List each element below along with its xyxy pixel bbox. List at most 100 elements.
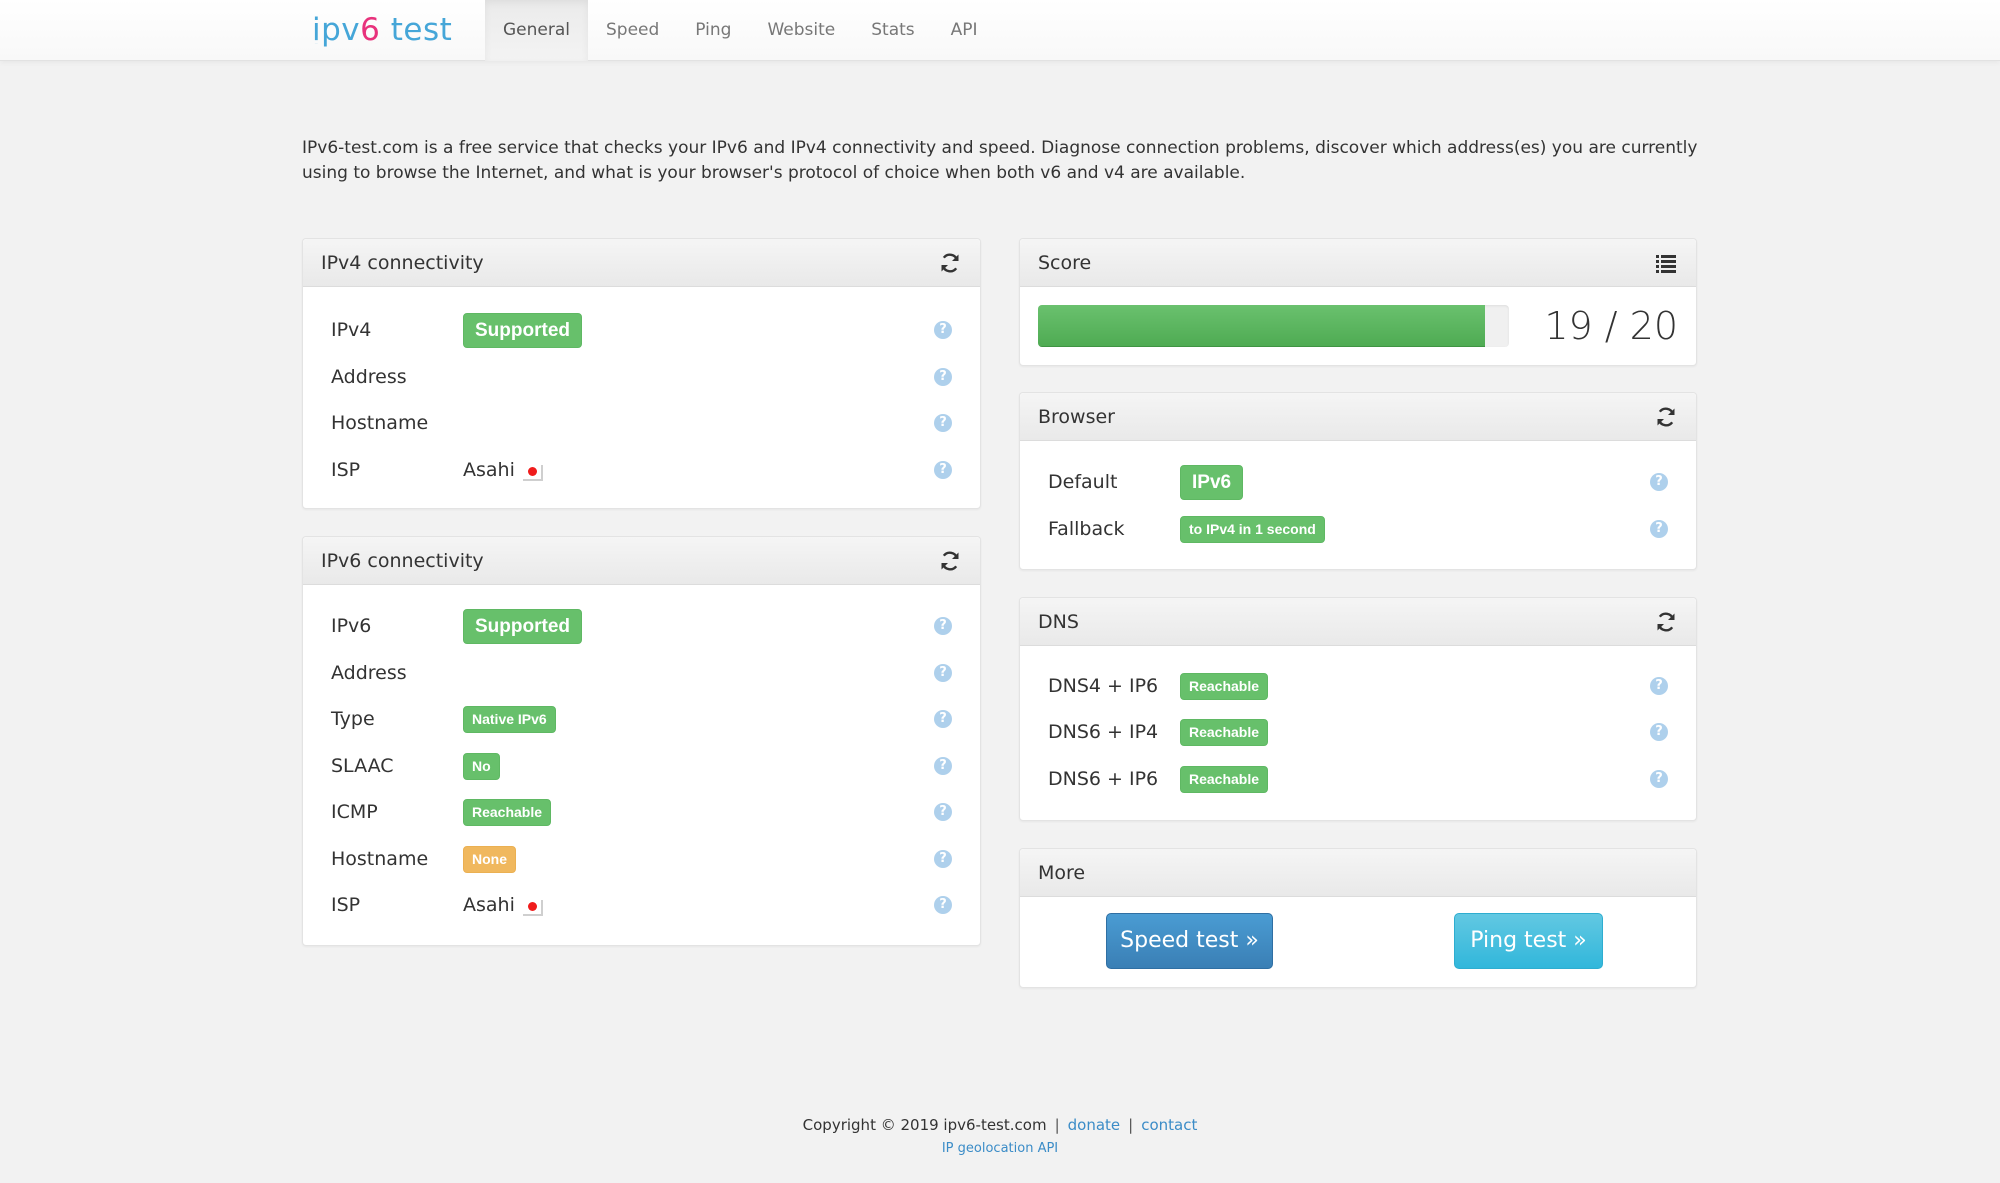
row-value: Asahi: [463, 452, 543, 488]
dns-row-dns6-ip6: DNS6 + IP6 Reachable ?: [1048, 761, 1668, 797]
refresh-icon[interactable]: [1654, 405, 1678, 429]
row-value: None: [463, 841, 516, 877]
refresh-icon[interactable]: [1654, 610, 1678, 634]
browser-row-fallback: Fallback to IPv4 in 1 second ?: [1048, 511, 1668, 547]
row-label: IPv4: [331, 319, 372, 341]
footer-secondary: IP geolocation API: [0, 1141, 2000, 1156]
dns-row-dns6-ip4: DNS6 + IP4 Reachable ?: [1048, 714, 1668, 750]
browser-row-default: Default IPv6 ?: [1048, 464, 1668, 500]
help-icon[interactable]: ?: [1650, 520, 1668, 538]
nav-ping[interactable]: Ping: [677, 0, 749, 61]
intro-text: IPv6-test.com is a free service that che…: [302, 138, 1698, 183]
status-badge: Reachable: [463, 798, 552, 826]
status-badge: No: [463, 752, 500, 780]
row-label: Hostname: [331, 848, 429, 870]
refresh-icon[interactable]: [938, 251, 962, 275]
nav-api[interactable]: API: [933, 0, 996, 61]
help-icon[interactable]: ?: [934, 757, 952, 775]
help-icon[interactable]: ?: [934, 850, 952, 868]
row-label: DNS6 + IP4: [1048, 721, 1159, 743]
help-icon[interactable]: ?: [934, 414, 952, 432]
geolocation-api-link[interactable]: IP geolocation API: [942, 1141, 1058, 1156]
browser-panel-heading: Browser: [1020, 393, 1696, 441]
help-icon[interactable]: ?: [934, 803, 952, 821]
navbar: ipv6 test ipv6 test General Speed Ping W…: [0, 0, 2000, 61]
ping-test-button[interactable]: Ping test »: [1454, 913, 1603, 969]
ipv4-row-address: Address ?: [331, 359, 952, 395]
list-icon[interactable]: [1654, 251, 1678, 275]
row-value: IPv6: [1180, 464, 1244, 500]
score-progress-bar: [1038, 305, 1509, 347]
footer-separator: |: [1128, 1116, 1134, 1134]
nav-website[interactable]: Website: [749, 0, 853, 61]
help-icon[interactable]: ?: [934, 368, 952, 386]
ipv6-row-icmp: ICMP Reachable ?: [331, 794, 952, 830]
score-panel-heading: Score: [1020, 239, 1696, 287]
ipv6-row-type: Type Native IPv6 ?: [331, 701, 952, 737]
ipv4-panel: IPv4 connectivity IPv4 Supported ? Addre…: [302, 238, 981, 509]
row-value: Supported: [463, 608, 582, 644]
donate-link[interactable]: donate: [1068, 1116, 1121, 1134]
help-icon[interactable]: ?: [934, 617, 952, 635]
ipv4-row-hostname: Hostname ?: [331, 405, 952, 441]
help-icon[interactable]: ?: [934, 896, 952, 914]
status-badge: Reachable: [1180, 765, 1269, 793]
dns-panel-title: DNS: [1038, 611, 1079, 633]
status-badge-warning: None: [463, 845, 516, 873]
help-icon[interactable]: ?: [1650, 677, 1668, 695]
ipv6-row-isp: ISP Asahi ?: [331, 887, 952, 923]
copyright-text: Copyright © 2019 ipv6-test.com: [802, 1116, 1047, 1134]
refresh-icon[interactable]: [938, 549, 962, 573]
row-value: Native IPv6: [463, 701, 556, 737]
footer: Copyright © 2019 ipv6-test.com | donate | co…: [0, 1116, 2000, 1134]
contact-link[interactable]: contact: [1141, 1116, 1197, 1134]
ipv4-panel-title: IPv4 connectivity: [321, 252, 484, 274]
row-label: ISP: [331, 894, 361, 916]
row-label: Address: [331, 662, 407, 684]
score-body: 19 / 20: [1020, 287, 1696, 365]
brand-reflect-test: test: [380, 43, 453, 48]
dns-panel-heading: DNS: [1020, 598, 1696, 646]
help-icon[interactable]: ?: [934, 321, 952, 339]
row-value: No: [463, 748, 500, 784]
help-icon[interactable]: ?: [934, 461, 952, 479]
isp-value: Asahi: [463, 459, 515, 481]
status-badge: Reachable: [1180, 718, 1269, 746]
ipv6-row-slaac: SLAAC No ?: [331, 748, 952, 784]
dns-row-dns4-ip6: DNS4 + IP6 Reachable ?: [1048, 668, 1668, 704]
footer-separator: |: [1054, 1116, 1060, 1134]
ipv6-row-address: Address ?: [331, 655, 952, 691]
more-panel-heading: More: [1020, 849, 1696, 897]
speed-test-button[interactable]: Speed test »: [1106, 913, 1273, 969]
help-icon[interactable]: ?: [934, 664, 952, 682]
status-badge: Native IPv6: [463, 705, 556, 733]
row-label: DNS6 + IP6: [1048, 768, 1159, 790]
ipv4-row-ipv4: IPv4 Supported ?: [331, 312, 952, 348]
row-value: Reachable: [1180, 668, 1269, 704]
score-panel-title: Score: [1038, 252, 1092, 274]
help-icon[interactable]: ?: [934, 710, 952, 728]
help-icon[interactable]: ?: [1650, 473, 1668, 491]
row-label: Hostname: [331, 412, 429, 434]
row-value: to IPv4 in 1 second: [1180, 511, 1325, 547]
nav-general[interactable]: General: [485, 0, 588, 61]
nav-speed[interactable]: Speed: [588, 0, 677, 61]
row-label: Address: [331, 366, 407, 388]
score-panel: Score 19 / 20: [1019, 238, 1697, 366]
more-panel: More Speed test » Ping test »: [1019, 848, 1697, 988]
row-value: Supported: [463, 312, 582, 348]
dns-panel: DNS DNS4 + IP6 Reachable ? DNS6 + IP4 Re…: [1019, 597, 1697, 821]
browser-panel-title: Browser: [1038, 406, 1115, 428]
nav-stats[interactable]: Stats: [853, 0, 932, 61]
score-progress-fill: [1038, 305, 1486, 347]
help-icon[interactable]: ?: [1650, 770, 1668, 788]
score-value: 19 / 20: [1544, 304, 1678, 348]
row-value: Asahi: [463, 887, 543, 923]
help-icon[interactable]: ?: [1650, 723, 1668, 741]
row-value: Reachable: [1180, 761, 1269, 797]
ipv6-panel-heading: IPv6 connectivity: [303, 537, 980, 585]
brand-logo-reflection: ipv6 test: [312, 43, 452, 52]
status-badge: Supported: [463, 312, 582, 348]
brand-reflect-six: 6: [360, 43, 380, 48]
ipv6-panel-title: IPv6 connectivity: [321, 550, 484, 572]
